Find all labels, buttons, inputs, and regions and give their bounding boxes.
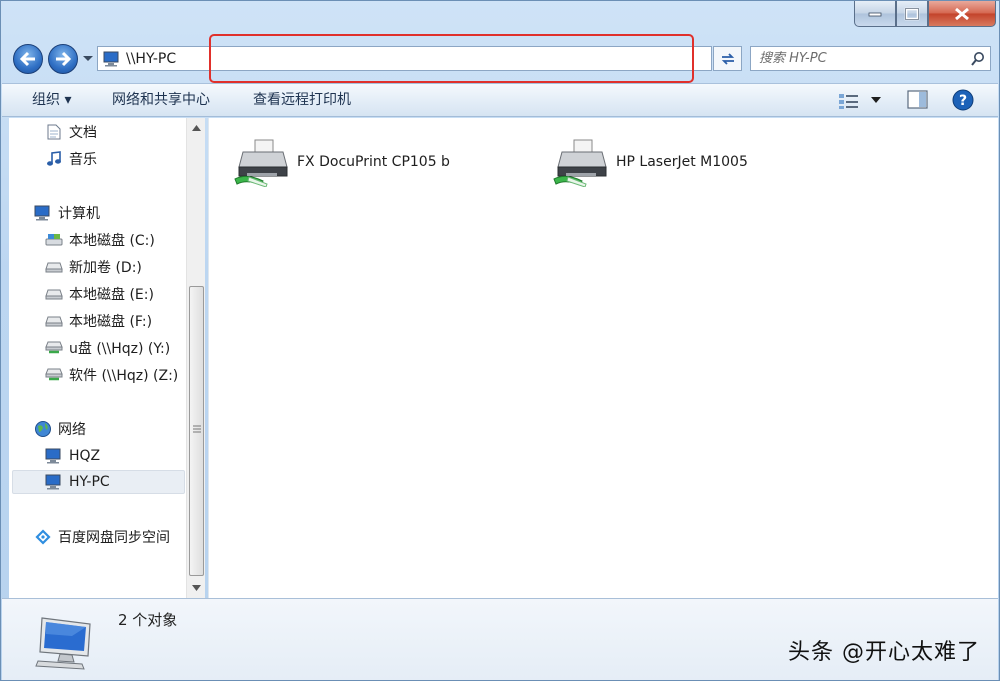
nav-label: HY-PC [69,474,110,490]
drive-icon [45,313,63,329]
nav-item-documents[interactable]: 文档 [45,120,97,144]
nav-label: HQZ [69,448,101,464]
printer-name: HP LaserJet M1005 [616,154,748,170]
details-pane: 2 个对象 头条 @开心太难了 [2,598,998,680]
nav-label: 新加卷 (D:) [69,260,142,276]
maximize-icon [904,7,920,20]
close-button[interactable] [928,1,996,27]
command-bar: 组织 ▾ 网络和共享中心 查看远程打印机 ? [2,83,998,117]
network-drive-icon [45,367,63,383]
nav-label: 网络 [58,422,86,438]
search-box[interactable] [750,46,991,71]
watermark-text: 头条 @开心太难了 [788,640,980,665]
printer-item-hp[interactable]: HP LaserJet M1005 [552,137,748,187]
nav-item-hqz[interactable]: HQZ [45,444,100,468]
forward-button[interactable] [48,44,78,74]
nav-label: 本地磁盘 (F:) [69,314,153,330]
back-button[interactable] [13,44,43,74]
network-sharing-center-button[interactable]: 网络和共享中心 [106,84,216,117]
close-icon [955,7,969,20]
refresh-icon [721,52,734,65]
nav-item-drive-y[interactable]: u盘 (\\Hqz) (Y:) [45,336,170,360]
printer-item-fx[interactable]: FX DocuPrint CP105 b [233,137,450,187]
nav-item-baidu-sync[interactable]: 百度网盘同步空间 [34,525,170,549]
svg-text:?: ? [959,93,967,109]
nav-item-drive-d[interactable]: 新加卷 (D:) [45,255,142,279]
baidu-cloud-icon [34,529,52,545]
drive-icon [45,286,63,302]
organize-menu[interactable]: 组织 ▾ [26,84,77,117]
search-input[interactable] [759,48,964,69]
explorer-window: \\HY-PC 组织 ▾ 网络和共享中心 查看远程打印机 [0,0,1000,681]
address-bar[interactable]: \\HY-PC [97,46,804,71]
preview-pane-icon[interactable] [907,90,929,110]
minimize-button[interactable] [854,1,896,27]
refresh-button[interactable] [713,46,742,71]
nav-label: u盘 (\\Hqz) (Y:) [69,341,171,357]
nav-item-computer[interactable]: 计算机 [34,201,100,225]
nav-label: 文档 [69,125,97,141]
arrow-left-icon [19,51,35,67]
music-note-icon [45,151,63,167]
globe-icon [34,421,52,437]
nav-item-network[interactable]: 网络 [34,417,86,441]
search-icon[interactable] [970,51,986,67]
system-drive-icon [45,232,63,248]
scroll-up-arrow-icon[interactable] [192,125,201,131]
computer-icon [45,474,63,490]
nav-label: 计算机 [58,206,100,222]
computer-icon [34,205,52,221]
computer-icon [45,448,63,464]
nav-label: 本地磁盘 (E:) [69,287,154,303]
nav-item-hy-pc[interactable]: HY-PC [12,470,185,494]
address-text[interactable]: \\HY-PC [126,51,176,67]
network-drive-icon [45,340,63,356]
recent-pages-chevron-icon[interactable] [82,54,94,64]
view-options-icon[interactable] [838,92,860,110]
view-remote-printers-button[interactable]: 查看远程打印机 [247,84,357,117]
drive-icon [45,259,63,275]
nav-item-drive-c[interactable]: 本地磁盘 (C:) [45,228,155,252]
nav-label: 音乐 [69,152,97,168]
minimize-icon [868,12,882,16]
document-icon [45,124,63,140]
printer-icon [553,139,607,187]
file-list [208,118,998,598]
arrow-right-icon [56,51,72,67]
scrollbar-thumb[interactable] [189,286,204,576]
nav-item-music[interactable]: 音乐 [45,147,97,171]
nav-item-drive-e[interactable]: 本地磁盘 (E:) [45,282,154,306]
maximize-button[interactable] [896,1,928,27]
help-icon[interactable]: ? [952,89,974,111]
nav-item-drive-f[interactable]: 本地磁盘 (F:) [45,309,152,333]
scroll-down-arrow-icon[interactable] [192,585,201,591]
nav-label: 软件 (\\Hqz) (Z:) [69,368,179,384]
nav-label: 本地磁盘 (C:) [69,233,155,249]
nav-item-drive-z[interactable]: 软件 (\\Hqz) (Z:) [45,363,178,387]
nav-scrollbar[interactable] [186,118,205,598]
grip-icon [193,425,201,433]
printer-icon [234,139,288,187]
nav-label: 百度网盘同步空间 [58,530,170,546]
computer-icon [103,51,119,66]
printer-name: FX DocuPrint CP105 b [297,154,450,170]
view-chevron-down-icon[interactable] [871,97,881,103]
item-count: 2 个对象 [118,611,178,629]
computer-large-icon [35,617,91,670]
